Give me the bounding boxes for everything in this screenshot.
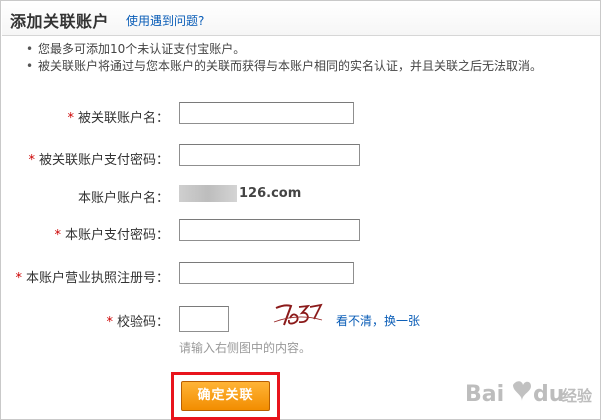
captcha-label: * 校验码：	[106, 315, 169, 330]
this-account-name-label: 本账户账户名：	[77, 191, 169, 206]
captcha-hint: 请输入右侧图中的内容。	[179, 341, 312, 355]
required-marker: *	[15, 271, 22, 286]
masked-account-prefix	[179, 185, 237, 202]
captcha-image[interactable]	[272, 301, 324, 333]
linked-account-name-label: * 被关联账户名：	[67, 111, 169, 126]
linked-account-pay-password-input[interactable]	[179, 144, 360, 166]
refresh-captcha-link[interactable]: 看不清，换一张	[336, 312, 420, 329]
highlight-box: 确定关联	[171, 372, 280, 420]
linked-account-name-input[interactable]	[179, 102, 354, 124]
required-marker: *	[54, 228, 61, 243]
bullet-icon: •	[26, 59, 34, 73]
this-account-pay-password-input[interactable]	[179, 219, 360, 241]
tips-list: • 您最多可添加10个未认证支付宝账户。 • 被关联账户将通过与您本账户的关联而获得…	[26, 41, 542, 75]
required-marker: *	[28, 153, 35, 168]
tip-text: 被关联账户将通过与您本账户的关联而获得与本账户相同的实名认证，并且关联之后无法取…	[38, 59, 543, 73]
account-domain-text: 126.com	[239, 186, 302, 201]
business-license-input[interactable]	[179, 262, 354, 284]
business-license-label: * 本账户营业执照注册号：	[15, 271, 169, 286]
help-link[interactable]: 使用遇到问题?	[126, 12, 204, 29]
this-account-pay-password-label: * 本账户支付密码：	[54, 228, 169, 243]
required-marker: *	[67, 111, 74, 126]
linked-account-pay-password-label: * 被关联账户支付密码：	[28, 153, 169, 168]
required-marker: *	[106, 315, 113, 330]
page-title: 添加关联账户	[10, 12, 110, 31]
dialog-header: 添加关联账户 使用遇到问题?	[2, 2, 600, 36]
tip-text: 您最多可添加10个未认证支付宝账户。	[38, 42, 246, 56]
captcha-input[interactable]	[179, 306, 229, 332]
svg-text:经验: 经验	[562, 387, 593, 405]
baidu-jingyan-watermark: Bai du 经验	[465, 381, 593, 407]
tip-item: • 被关联账户将通过与您本账户的关联而获得与本账户相同的实名认证，并且关联之后无法…	[26, 58, 542, 75]
tip-item: • 您最多可添加10个未认证支付宝账户。	[26, 41, 542, 58]
confirm-link-button[interactable]: 确定关联	[181, 381, 270, 411]
svg-text:Bai: Bai	[465, 382, 504, 407]
this-account-name-value: 126.com	[179, 185, 301, 203]
svg-text:du: du	[533, 382, 564, 407]
dialog-panel: 添加关联账户 使用遇到问题? • 您最多可添加10个未认证支付宝账户。 • 被关联账…	[0, 0, 601, 420]
bullet-icon: •	[26, 42, 34, 56]
